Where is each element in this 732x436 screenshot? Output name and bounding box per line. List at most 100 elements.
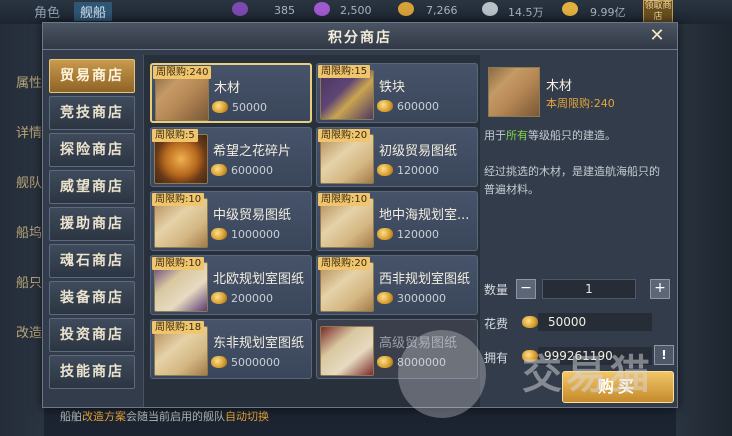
limit-tag: 周限购:20 <box>318 257 371 270</box>
tab-ship[interactable]: 舰船 <box>74 2 113 21</box>
menu-equipment-shop[interactable]: 装备商店 <box>49 281 135 315</box>
coin-icon <box>377 100 393 112</box>
item-card-flower-fragment[interactable]: 周限购:5 希望之花碎片 600000 <box>150 127 312 187</box>
dialog-header: 积分商店 ✕ <box>43 23 677 50</box>
item-card-basic-trade-blueprint[interactable]: 周限购:20 初级贸易图纸 120000 <box>316 127 478 187</box>
item-name: 木材 <box>214 81 241 96</box>
detail-item-name: 木材 <box>546 79 573 94</box>
resource-value: 385 <box>274 4 295 17</box>
coin-icon <box>377 356 393 368</box>
menu-explore-shop[interactable]: 探险商店 <box>49 133 135 167</box>
watermark-text: 交易猫 <box>522 352 654 398</box>
item-name: 东非规划室图纸 <box>213 336 305 351</box>
item-price: 600000 <box>231 164 273 177</box>
coin-icon <box>377 228 393 240</box>
limit-tag: 周限购:10 <box>152 257 205 270</box>
limit-tag: 周限购:18 <box>152 321 205 334</box>
item-name: 铁块 <box>379 80 406 95</box>
dialog-title: 积分商店 <box>328 30 392 46</box>
detail-usage: 用于所有等级船只的建造。 <box>484 127 670 143</box>
info-button[interactable]: ! <box>654 345 674 365</box>
item-card-mediterranean-blueprint[interactable]: 周限购:10 地中海规划室... 120000 <box>316 191 478 251</box>
menu-trade-shop[interactable]: 贸易商店 <box>49 59 135 93</box>
coin-icon <box>377 164 393 176</box>
close-icon[interactable]: ✕ <box>647 26 667 46</box>
menu-skill-shop[interactable]: 技能商店 <box>49 355 135 389</box>
gold-bar-icon <box>562 2 578 16</box>
item-price: 5000000 <box>231 356 280 369</box>
item-price: 3000000 <box>397 292 446 305</box>
coin-icon <box>522 316 538 328</box>
coin-icon <box>211 164 227 176</box>
item-price: 120000 <box>397 228 439 241</box>
quantity-field[interactable]: 1 <box>542 279 636 299</box>
resource-value: 9.99亿 <box>590 6 626 19</box>
item-card-wood[interactable]: 周限购:240 木材 50000 <box>150 63 312 123</box>
limit-tag: 周限购:15 <box>318 65 371 78</box>
gold-coin-icon <box>398 2 414 16</box>
item-price: 200000 <box>231 292 273 305</box>
resource-value: 14.5万 <box>508 6 544 19</box>
wood-icon <box>488 67 540 117</box>
purple-gem-icon <box>232 2 248 16</box>
item-price: 1000000 <box>231 228 280 241</box>
quantity-minus-button[interactable]: − <box>516 279 536 299</box>
usage-highlight: 所有 <box>506 129 528 142</box>
cost-label: 花费 <box>484 317 509 331</box>
hint-link-auto[interactable]: 自动切换 <box>225 410 269 423</box>
limit-tag: 周限购:10 <box>152 193 205 206</box>
watermark-logo <box>398 330 486 418</box>
limit-tag: 周限购:5 <box>152 129 198 142</box>
hint-prefix: 船舶 <box>60 410 82 423</box>
item-name: 地中海规划室... <box>379 208 470 223</box>
bg-left-item[interactable]: 属性 <box>0 72 42 91</box>
bg-left-item[interactable]: 详情 <box>0 122 42 141</box>
limit-tag: 周限购:10 <box>318 193 371 206</box>
bg-left-item[interactable]: 舰队 <box>0 172 42 191</box>
item-price: 600000 <box>397 100 439 113</box>
menu-invest-shop[interactable]: 投资商店 <box>49 318 135 352</box>
item-name: 中级贸易图纸 <box>213 208 292 223</box>
bottom-hint: 船舶改造方案会随当前启用的舰队自动切换 <box>60 408 269 424</box>
item-card-east-africa-blueprint[interactable]: 周限购:18 东非规划室图纸 5000000 <box>150 319 312 379</box>
coin-icon <box>211 228 227 240</box>
item-card-iron[interactable]: 周限购:15 铁块 600000 <box>316 63 478 123</box>
item-name: 希望之花碎片 <box>213 144 292 159</box>
menu-prestige-shop[interactable]: 威望商店 <box>49 170 135 204</box>
hint-middle: 会随当前启用的舰队 <box>126 410 225 423</box>
item-card-nordic-blueprint[interactable]: 周限购:10 北欧规划室图纸 200000 <box>150 255 312 315</box>
detail-weekly-limit: 本周限购:240 <box>546 97 615 110</box>
coin-icon <box>377 292 393 304</box>
item-card-west-africa-blueprint[interactable]: 周限购:20 西非规划室图纸 3000000 <box>316 255 478 315</box>
menu-arena-shop[interactable]: 竞技商店 <box>49 96 135 130</box>
bg-left-item[interactable]: 船只 <box>0 272 42 291</box>
coin-icon <box>211 356 227 368</box>
usage-text: 用于 <box>484 129 506 142</box>
menu-soulstone-shop[interactable]: 魂石商店 <box>49 244 135 278</box>
purple-crystal-icon <box>314 2 330 16</box>
corner-shop-button[interactable]: 领取商店 <box>643 0 673 24</box>
item-name: 初级贸易图纸 <box>379 144 458 159</box>
limit-tag: 周限购:20 <box>318 129 371 142</box>
item-name: 北欧规划室图纸 <box>213 272 305 287</box>
silver-icon <box>482 2 498 16</box>
bg-left-item[interactable]: 改造 <box>0 322 42 341</box>
coin-icon <box>211 292 227 304</box>
quantity-plus-button[interactable]: + <box>650 279 670 299</box>
item-price: 120000 <box>397 164 439 177</box>
item-price: 50000 <box>232 101 267 114</box>
background-left-panel: 属性 详情 舰队 船坞 船只 改造 <box>0 24 44 436</box>
tab-character[interactable]: 角色 <box>34 2 60 21</box>
menu-aid-shop[interactable]: 援助商店 <box>49 207 135 241</box>
blueprint-icon <box>320 326 374 376</box>
resource-value: 7,266 <box>426 4 458 17</box>
owned-label: 拥有 <box>484 351 509 365</box>
quantity-label: 数量 <box>484 283 509 297</box>
bg-left-item[interactable]: 船坞 <box>0 222 42 241</box>
usage-text: 等级船只的建造。 <box>528 129 616 142</box>
item-card-mid-trade-blueprint[interactable]: 周限购:10 中级贸易图纸 1000000 <box>150 191 312 251</box>
hint-link-plan[interactable]: 改造方案 <box>82 410 126 423</box>
resource-value: 2,500 <box>340 4 372 17</box>
limit-tag: 周限购:240 <box>153 66 212 79</box>
cost-value: 50000 <box>538 313 652 331</box>
